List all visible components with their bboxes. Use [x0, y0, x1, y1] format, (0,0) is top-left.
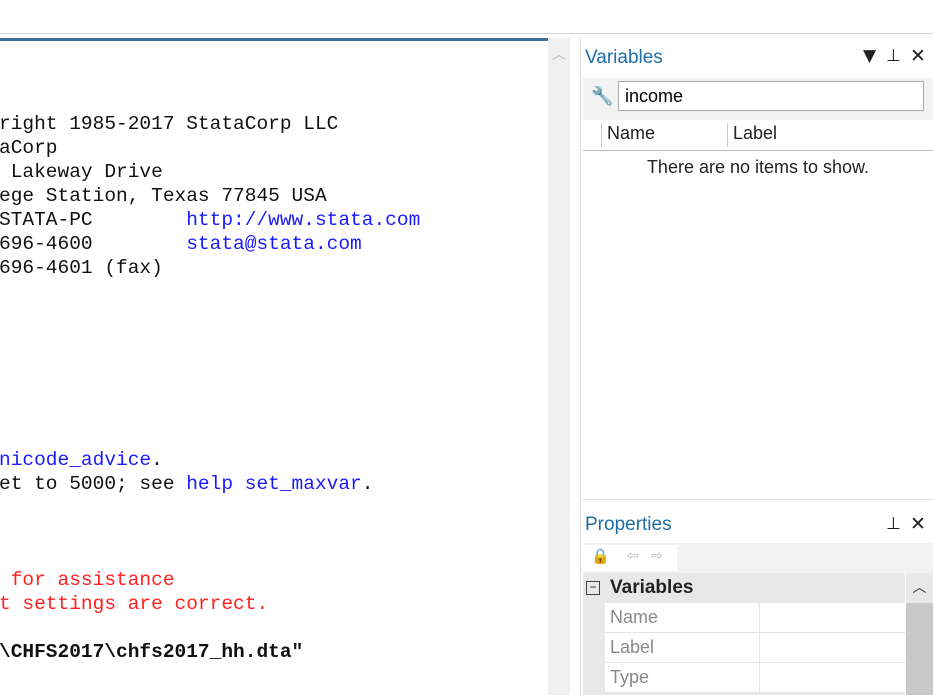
results-text: . [361, 473, 374, 495]
results-text: Lakeway Drive [0, 161, 163, 183]
property-label: Name [610, 607, 659, 627]
results-line: Lakeway Drive [0, 160, 163, 184]
toolbar-divider [0, 33, 933, 34]
properties-scrollbar[interactable]: ︿ [906, 573, 933, 695]
properties-grid: − Variables Name Label Type [583, 573, 905, 695]
close-icon[interactable]: ✕ [910, 513, 926, 535]
column-header-name[interactable]: Name [601, 123, 655, 147]
results-text: et to 5000; see [0, 473, 187, 495]
property-label: Label [610, 637, 655, 657]
collapse-icon[interactable]: − [586, 581, 600, 595]
pin-icon[interactable]: ⊥ [886, 514, 901, 534]
pane-splitter[interactable] [570, 38, 581, 695]
properties-panel-title: Properties [585, 514, 672, 535]
results-text: ege Station, Texas 77845 USA [0, 185, 327, 207]
results-text: t settings are correct. [0, 593, 269, 615]
pin-icon[interactable]: ⊥ [886, 46, 901, 66]
results-line: 696-4601 (fax) [0, 256, 163, 280]
results-line: t settings are correct. [0, 592, 268, 616]
empty-message: There are no items to show. [646, 157, 870, 177]
properties-toolbar: 🔒 ⇦ ⇨ [583, 543, 933, 573]
variables-search-input[interactable] [618, 81, 924, 111]
results-line: aCorp [0, 136, 58, 160]
back-arrow-icon[interactable]: ⇦ [627, 548, 639, 564]
section-label: Variables [610, 577, 694, 598]
results-text: aCorp [0, 137, 58, 159]
results-text: right 1985-2017 StataCorp LLC [0, 113, 339, 135]
results-line: et to 5000; see help set_maxvar. [0, 472, 373, 496]
properties-section-header[interactable]: − Variables [583, 573, 905, 603]
help-link[interactable]: nicode_advice [0, 449, 151, 471]
property-label: Type [610, 667, 650, 687]
help-link[interactable]: help set_maxvar [186, 473, 362, 495]
scroll-up-icon[interactable]: ︿ [548, 44, 570, 64]
column-header-label[interactable]: Label [727, 123, 777, 147]
results-line: 696-4600 stata@stata.com [0, 232, 362, 256]
results-text: \CHFS2017\chfs2017_hh.dta" [0, 641, 304, 663]
property-row[interactable]: Name [605, 603, 905, 633]
panel-divider[interactable] [583, 499, 933, 500]
results-text: . [151, 449, 163, 471]
results-line: STATA-PC http://www.stata.com [0, 208, 420, 232]
results-line: \CHFS2017\chfs2017_hh.dta" [0, 640, 303, 664]
results-line: ege Station, Texas 77845 USA [0, 184, 327, 208]
wrench-icon[interactable]: 🔧 [591, 86, 613, 107]
help-link[interactable]: http://www.stata.com [186, 209, 420, 231]
results-window: right 1985-2017 StataCorp LLC aCorp Lakew… [0, 38, 548, 698]
results-text: 696-4601 (fax) [0, 257, 163, 279]
variables-table-header: Name Label [583, 120, 933, 151]
lock-icon[interactable]: 🔒 [591, 547, 610, 565]
results-line: for assistance [0, 568, 175, 592]
results-line: nicode_advice. [0, 448, 163, 472]
property-row[interactable]: Type [605, 663, 905, 693]
variables-search-bar: 🔧 [583, 78, 933, 120]
property-row[interactable]: Label [605, 633, 905, 663]
variables-panel-title: Variables [585, 47, 663, 68]
results-text: 696-4600 [0, 233, 187, 255]
close-icon[interactable]: ✕ [910, 45, 926, 67]
help-link[interactable]: stata@stata.com [186, 233, 362, 255]
forward-arrow-icon[interactable]: ⇨ [651, 548, 663, 564]
results-scrollbar[interactable]: ︿ [548, 38, 570, 695]
results-line: right 1985-2017 StataCorp LLC [0, 112, 338, 136]
results-text: STATA-PC [0, 209, 187, 231]
filter-icon[interactable]: ▼ [863, 46, 876, 66]
results-text: for assistance [0, 569, 175, 591]
scroll-up-icon[interactable]: ︿ [906, 573, 933, 603]
